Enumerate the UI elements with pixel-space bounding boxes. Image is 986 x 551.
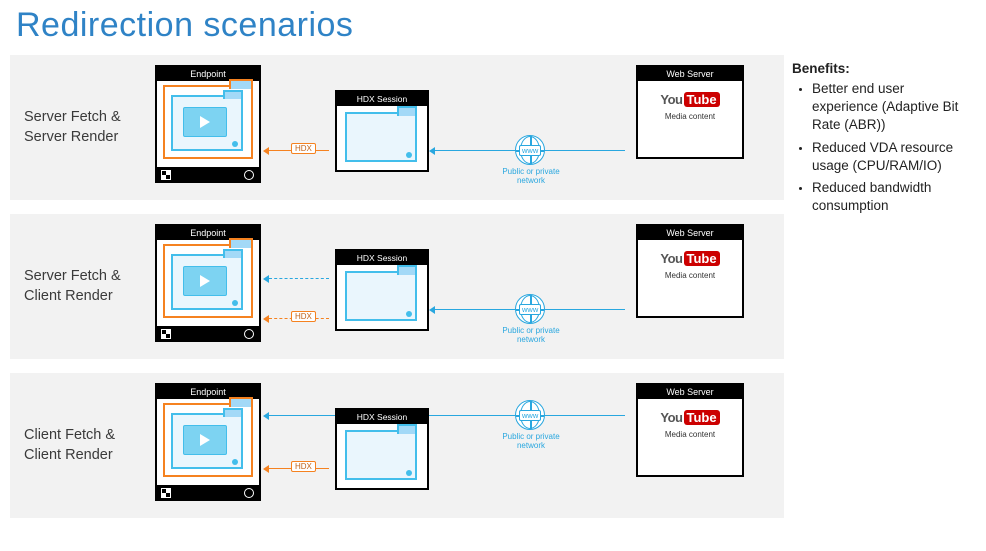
endpoint-box: Endpoint — [155, 224, 261, 342]
scenario-label: Client Fetch & Client Render — [10, 426, 135, 465]
scenario-label-line1: Server Fetch & — [24, 109, 121, 125]
direct-network-arrow — [269, 415, 625, 416]
youtube-logo-icon: YouTube — [660, 92, 719, 107]
scenario-label-line2: Client Render — [24, 288, 113, 304]
endpoint-box: Endpoint — [155, 383, 261, 501]
web-server-body: YouTube Media content — [638, 240, 742, 281]
scenario-client-fetch-client-render: Client Fetch & Client Render Endpoint — [10, 373, 784, 518]
web-server-header: Web Server — [638, 385, 742, 399]
scenario-server-fetch-client-render: Server Fetch & Client Render Endpoint — [10, 214, 784, 359]
media-content-caption: Media content — [638, 272, 742, 281]
youtube-logo-icon: YouTube — [660, 410, 719, 425]
web-server-box: Web Server YouTube Media content — [636, 65, 744, 159]
web-server-box: Web Server YouTube Media content — [636, 224, 744, 318]
scenario-label: Server Fetch & Server Render — [10, 108, 135, 147]
hdx-session-header: HDX Session — [337, 92, 427, 106]
scenario-label-line2: Client Render — [24, 447, 113, 463]
diagram-canvas: Endpoint www Public or — [135, 373, 784, 518]
endpoint-footer-icon — [157, 167, 259, 181]
youtube-tube: Tube — [684, 92, 720, 107]
web-server-header: Web Server — [638, 67, 742, 81]
page-title: Redirection scenarios — [16, 6, 986, 45]
web-server-body: YouTube Media content — [638, 81, 742, 122]
browser-window-icon — [163, 244, 253, 318]
youtube-you: You — [660, 92, 682, 107]
web-server-header: Web Server — [638, 226, 742, 240]
youtube-tube: Tube — [684, 410, 720, 425]
status-dot-icon — [232, 459, 238, 465]
web-server-body: YouTube Media content — [638, 399, 742, 440]
hdx-browser-icon — [345, 271, 417, 321]
browser-window-icon — [163, 85, 253, 159]
hdx-session-box: HDX Session — [335, 408, 429, 490]
network-caption: Public or private network — [491, 327, 571, 345]
youtube-logo-icon: YouTube — [660, 251, 719, 266]
hdx-session-box: HDX Session — [335, 249, 429, 331]
network-caption: Public or private network — [491, 433, 571, 451]
hdx-browser-icon — [345, 430, 417, 480]
media-content-caption: Media content — [638, 113, 742, 122]
benefits-panel: Benefits: Better end user experience (Ad… — [784, 55, 974, 220]
www-label: www — [519, 145, 541, 156]
web-server-box: Web Server YouTube Media content — [636, 383, 744, 477]
hdx-session-box: HDX Session — [335, 90, 429, 172]
diagrams-column: Server Fetch & Server Render Endpoint — [0, 55, 784, 532]
endpoint-footer-icon — [157, 485, 259, 499]
youtube-you: You — [660, 410, 682, 425]
scenario-server-fetch-server-render: Server Fetch & Server Render Endpoint — [10, 55, 784, 200]
dashed-return-arrow — [269, 278, 329, 279]
endpoint-body — [157, 240, 259, 340]
diagram-canvas: Endpoint HDX — [135, 55, 784, 200]
endpoint-box: Endpoint — [155, 65, 261, 183]
browser-content-icon — [171, 254, 243, 310]
browser-window-icon — [163, 403, 253, 477]
hdx-badge: HDX — [291, 311, 316, 322]
hdx-browser-icon — [345, 112, 417, 162]
hdx-badge: HDX — [291, 461, 316, 472]
endpoint-body — [157, 399, 259, 499]
youtube-you: You — [660, 251, 682, 266]
media-content-caption: Media content — [638, 431, 742, 440]
status-dot-icon — [232, 300, 238, 306]
play-icon — [183, 425, 227, 455]
benefit-item: Better end user experience (Adaptive Bit… — [812, 80, 968, 135]
benefits-heading: Benefits: — [792, 61, 968, 76]
scenario-label: Server Fetch & Client Render — [10, 267, 135, 306]
youtube-tube: Tube — [684, 251, 720, 266]
browser-content-icon — [171, 413, 243, 469]
main-layout: Server Fetch & Server Render Endpoint — [0, 55, 986, 532]
scenario-label-line1: Server Fetch & — [24, 268, 121, 284]
diagram-canvas: Endpoint HDX — [135, 214, 784, 359]
browser-content-icon — [171, 95, 243, 151]
hdx-badge: HDX — [291, 143, 316, 154]
benefits-list: Better end user experience (Adaptive Bit… — [792, 80, 968, 216]
www-label: www — [519, 304, 541, 315]
network-caption: Public or private network — [491, 168, 571, 186]
status-dot-icon — [232, 141, 238, 147]
play-icon — [183, 266, 227, 296]
hdx-session-header: HDX Session — [337, 251, 427, 265]
endpoint-body — [157, 81, 259, 181]
scenario-label-line2: Server Render — [24, 129, 118, 145]
endpoint-footer-icon — [157, 326, 259, 340]
play-icon — [183, 107, 227, 137]
benefit-item: Reduced VDA resource usage (CPU/RAM/IO) — [812, 139, 968, 175]
www-label: www — [519, 410, 541, 421]
hdx-session-header: HDX Session — [337, 410, 427, 424]
scenario-label-line1: Client Fetch & — [24, 427, 115, 443]
benefit-item: Reduced bandwidth consumption — [812, 179, 968, 215]
